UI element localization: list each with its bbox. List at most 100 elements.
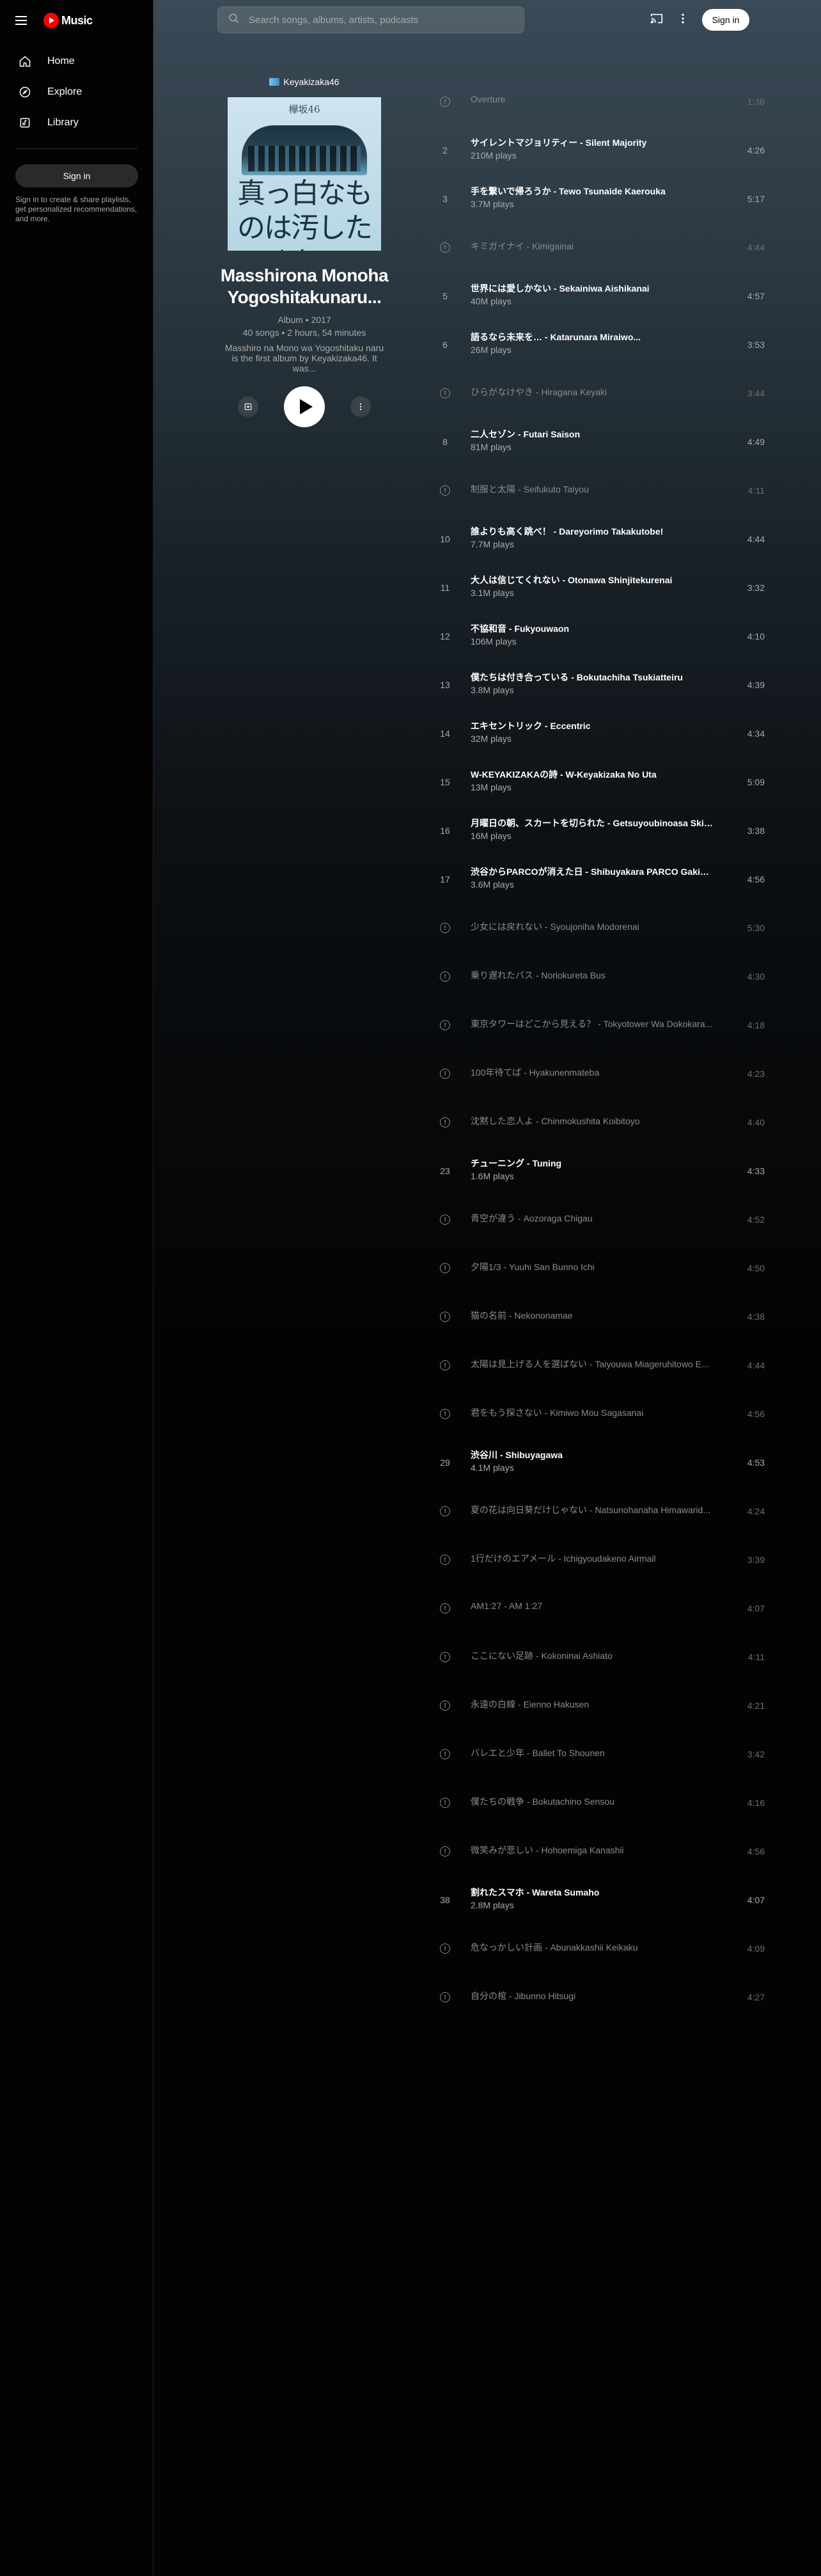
track-title[interactable]: 乗り遅れたバス - Noriokureta Bus	[471, 969, 714, 982]
unavailable-info-icon[interactable]: !	[440, 1700, 450, 1711]
track-title[interactable]: 夕陽1/3 - Yuuhi San Bunno Ichi	[471, 1261, 714, 1273]
track-row[interactable]: ! 青空が違う - Aozoraga Chigau 4:52	[432, 1195, 765, 1244]
nav-item-library[interactable]: Library	[5, 107, 148, 138]
unavailable-info-icon[interactable]: !	[440, 1749, 450, 1759]
track-title[interactable]: ここにない足跡 - Kokoninai Ashiato	[471, 1649, 714, 1662]
play-album-button[interactable]	[284, 386, 325, 427]
unavailable-info-icon[interactable]: !	[440, 1798, 450, 1808]
track-row[interactable]: 14 エキセントリック - Eccentric 32M plays 4:34	[432, 709, 765, 758]
unavailable-info-icon[interactable]: !	[440, 1846, 450, 1857]
track-row[interactable]: 2 サイレントマジョリティー - Silent Majority 210M play…	[432, 126, 765, 175]
track-row[interactable]: ! 永遠の白線 - Eienno Hakusen 4:21	[432, 1681, 765, 1730]
track-title[interactable]: ひらがなけやき - Hiragana Keyaki	[471, 386, 714, 398]
track-row[interactable]: 38 割れたスマホ - Wareta Sumaho 2.8M plays 4:07	[432, 1876, 765, 1924]
track-title[interactable]: 1行だけのエアメール - Ichigyoudakeno Airmail	[471, 1552, 714, 1565]
track-title[interactable]: 二人セゾン - Futari Saison	[471, 428, 714, 441]
track-row[interactable]: ! AM1:27 - AM 1:27 4:07	[432, 1584, 765, 1633]
unavailable-info-icon[interactable]: !	[440, 388, 450, 398]
track-title[interactable]: 不協和音 - Fukyouwaon	[471, 622, 714, 635]
track-row[interactable]: ! 君をもう探さない - Kimiwo Mou Sagasanai 4:56	[432, 1390, 765, 1438]
track-title[interactable]: W-KEYAKIZAKAの詩 - W-Keyakizaka No Uta	[471, 768, 714, 781]
track-row[interactable]: ! 自分の棺 - Jibunno Hitsugi 4:27	[432, 1973, 765, 2022]
track-title[interactable]: チューニング - Tuning	[471, 1157, 714, 1170]
track-row[interactable]: ! 夏の花は向日葵だけじゃない - Natsunohanaha Himawarid…	[432, 1487, 765, 1535]
track-row[interactable]: 13 僕たちは付き合っている - Bokutachiha Tsukiatteiru…	[432, 661, 765, 709]
track-title[interactable]: Overture	[471, 94, 714, 104]
more-vert-icon[interactable]	[676, 12, 689, 28]
album-description[interactable]: Masshiro na Mono wa Yogoshitaku naru is …	[217, 343, 391, 373]
menu-icon[interactable]	[15, 13, 31, 28]
track-row[interactable]: ! Overture 1:36	[432, 77, 765, 126]
track-title[interactable]: 自分の棺 - Jibunno Hitsugi	[471, 1990, 714, 2002]
unavailable-info-icon[interactable]: !	[440, 1992, 450, 2002]
track-title[interactable]: AM1:27 - AM 1:27	[471, 1601, 714, 1611]
track-row[interactable]: ! キミガイナイ - Kimigainai 4:44	[432, 223, 765, 272]
unavailable-info-icon[interactable]: !	[440, 1214, 450, 1225]
unavailable-info-icon[interactable]: !	[440, 1409, 450, 1419]
track-title[interactable]: 太陽は見上げる人を選ばない - Taiyouwa Miageruhitowo E…	[471, 1358, 714, 1370]
unavailable-info-icon[interactable]: !	[440, 1069, 450, 1079]
track-row[interactable]: ! 微笑みが悲しい - Hohoemiga Kanashii 4:56	[432, 1827, 765, 1876]
nav-item-home[interactable]: Home	[5, 46, 148, 77]
track-title[interactable]: 永遠の白線 - Eienno Hakusen	[471, 1698, 714, 1711]
unavailable-info-icon[interactable]: !	[440, 1312, 450, 1322]
track-title[interactable]: サイレントマジョリティー - Silent Majority	[471, 136, 714, 149]
track-title[interactable]: バレエと少年 - Ballet To Shounen	[471, 1747, 714, 1759]
track-title[interactable]: 僕たちは付き合っている - Bokutachiha Tsukiatteiru	[471, 671, 714, 684]
unavailable-info-icon[interactable]: !	[440, 1117, 450, 1127]
track-title[interactable]: 微笑みが悲しい - Hohoemiga Kanashii	[471, 1844, 714, 1857]
unavailable-info-icon[interactable]: !	[440, 1360, 450, 1370]
track-title[interactable]: 世界には愛しかない - Sekainiwa Aishikanai	[471, 282, 714, 295]
track-row[interactable]: ! 1行だけのエアメール - Ichigyoudakeno Airmail 3:39	[432, 1535, 765, 1584]
track-row[interactable]: ! ひらがなけやき - Hiragana Keyaki 3:44	[432, 369, 765, 418]
track-row[interactable]: 15 W-KEYAKIZAKAの詩 - W-Keyakizaka No Uta 13…	[432, 758, 765, 806]
app-logo[interactable]: Music	[43, 13, 93, 28]
unavailable-info-icon[interactable]: !	[440, 923, 450, 933]
track-row[interactable]: ! 危なっかしい計画 - Abunakkashii Keikaku 4:09	[432, 1924, 765, 1973]
track-row[interactable]: ! 100年待てば - Hyakunenmateba 4:23	[432, 1049, 765, 1098]
header-signin-button[interactable]: Sign in	[702, 9, 749, 31]
track-title[interactable]: 月曜日の朝、スカートを切られた - Getsuyoubinoasa Skirt.…	[471, 817, 714, 829]
track-row[interactable]: ! 乗り遅れたバス - Noriokureta Bus 4:30	[432, 952, 765, 1001]
track-title[interactable]: 誰よりも高く跳べ！ - Dareyorimo Takakutobe!	[471, 525, 714, 538]
save-to-library-button[interactable]	[238, 397, 258, 417]
track-title[interactable]: 渋谷川 - Shibuyagawa	[471, 1449, 714, 1461]
track-row[interactable]: 17 渋谷からPARCOが消えた日 - Shibuyakara PARCO Gak…	[432, 855, 765, 904]
track-title[interactable]: 制服と太陽 - Seifukuto Taiyou	[471, 483, 714, 496]
unavailable-info-icon[interactable]: !	[440, 485, 450, 496]
track-row[interactable]: 12 不協和音 - Fukyouwaon 106M plays 4:10	[432, 612, 765, 661]
track-row[interactable]: ! 東京タワーはどこから見える？ - Tokyotower Wa Dokokara…	[432, 1001, 765, 1049]
unavailable-info-icon[interactable]: !	[440, 971, 450, 982]
track-title[interactable]: 大人は信じてくれない - Otonawa Shinjitekurenai	[471, 574, 714, 586]
track-row[interactable]: ! 制服と太陽 - Seifukuto Taiyou 4:11	[432, 466, 765, 515]
track-row[interactable]: 16 月曜日の朝、スカートを切られた - Getsuyoubinoasa Skir…	[432, 806, 765, 855]
track-title[interactable]: 夏の花は向日葵だけじゃない - Natsunohanaha Himawarid.…	[471, 1504, 714, 1516]
unavailable-info-icon[interactable]: !	[440, 242, 450, 253]
track-row[interactable]: 6 語るなら未来を… - Katarunara Miraiwo... 26M pla…	[432, 320, 765, 369]
unavailable-info-icon[interactable]: !	[440, 1506, 450, 1516]
cast-icon[interactable]	[650, 12, 664, 29]
unavailable-info-icon[interactable]: !	[440, 1603, 450, 1614]
track-row[interactable]: ! 夕陽1/3 - Yuuhi San Bunno Ichi 4:50	[432, 1244, 765, 1292]
track-title[interactable]: 少女には戻れない - Syoujoniha Modorenai	[471, 920, 714, 933]
search-input[interactable]	[249, 14, 504, 26]
track-title[interactable]: キミガイナイ - Kimigainai	[471, 240, 714, 253]
track-row[interactable]: ! バレエと少年 - Ballet To Shounen 3:42	[432, 1730, 765, 1779]
unavailable-info-icon[interactable]: !	[440, 97, 450, 107]
unavailable-info-icon[interactable]: !	[440, 1555, 450, 1565]
track-row[interactable]: ! 少女には戻れない - Syoujoniha Modorenai 5:30	[432, 904, 765, 952]
track-row[interactable]: ! 太陽は見上げる人を選ばない - Taiyouwa Miageruhitowo …	[432, 1341, 765, 1390]
unavailable-info-icon[interactable]: !	[440, 1652, 450, 1662]
track-title[interactable]: 東京タワーはどこから見える？ - Tokyotower Wa Dokokara.…	[471, 1017, 714, 1030]
track-title[interactable]: 沈黙した恋人よ - Chinmokushita Koibitoyo	[471, 1115, 714, 1127]
track-title[interactable]: 青空が違う - Aozoraga Chigau	[471, 1212, 714, 1225]
nav-item-explore[interactable]: Explore	[5, 77, 148, 107]
track-row[interactable]: ! 猫の名前 - Nekononamae 4:38	[432, 1292, 765, 1341]
track-title[interactable]: 割れたスマホ - Wareta Sumaho	[471, 1886, 714, 1899]
sidebar-signin-button[interactable]: Sign in	[15, 164, 138, 187]
track-title[interactable]: 語るなら未来を… - Katarunara Miraiwo...	[471, 331, 714, 343]
track-row[interactable]: ! 沈黙した恋人よ - Chinmokushita Koibitoyo 4:40	[432, 1098, 765, 1147]
search-bar[interactable]	[217, 6, 524, 33]
track-title[interactable]: 僕たちの戦争 - Bokutachino Sensou	[471, 1795, 714, 1808]
artist-link[interactable]: Keyakizaka46	[217, 77, 391, 87]
